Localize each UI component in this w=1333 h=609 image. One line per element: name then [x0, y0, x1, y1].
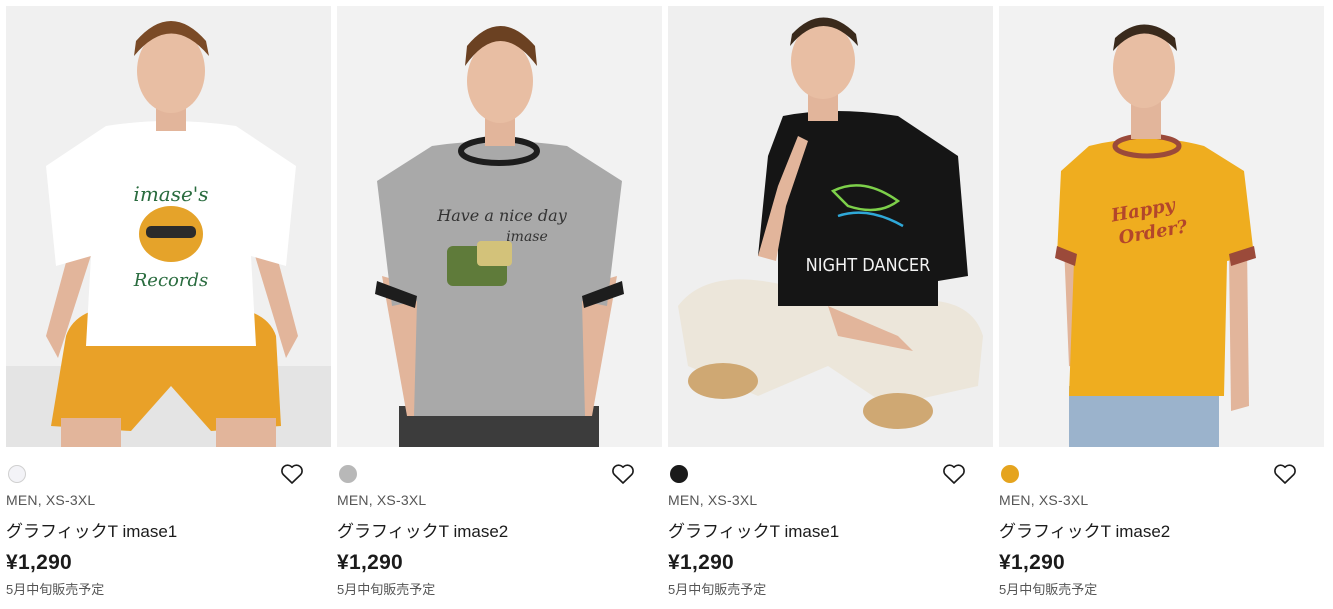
color-swatch[interactable] [670, 465, 688, 483]
product-image[interactable]: imase's Records [6, 6, 331, 447]
availability-status: 5月中旬販売予定 [6, 582, 105, 597]
product-price: ¥1,290 [337, 551, 404, 574]
product-card[interactable]: Happy Order? MEN, XS-3XL グラフィックT imase2 … [999, 6, 1324, 598]
heart-icon[interactable] [279, 461, 305, 487]
heart-icon[interactable] [610, 461, 636, 487]
heart-icon[interactable] [941, 461, 967, 487]
product-image[interactable]: Happy Order? [999, 6, 1324, 447]
color-swatch[interactable] [8, 465, 26, 483]
product-image[interactable]: NIGHT DANCER [668, 6, 993, 447]
svg-text:NIGHT DANCER: NIGHT DANCER [806, 255, 931, 276]
product-photo-standing-gray-tee: Have a nice day imase [337, 6, 662, 447]
svg-text:Have a nice day: Have a nice day [436, 206, 567, 225]
availability-status: 5月中旬販売予定 [337, 582, 436, 597]
svg-text:imase's: imase's [133, 182, 208, 206]
gender-size-label: MEN, XS-3XL [999, 492, 1089, 508]
product-photo-crosslegged-black-tee: NIGHT DANCER [668, 6, 993, 447]
product-grid: imase's Records MEN, XS-3XL グラフィックT imas… [0, 0, 1333, 598]
meta-row [337, 455, 662, 493]
product-photo-seated-white-tee: imase's Records [6, 6, 331, 447]
product-price: ¥1,290 [6, 551, 73, 574]
heart-icon[interactable] [1272, 461, 1298, 487]
gender-size-label: MEN, XS-3XL [6, 492, 96, 508]
svg-text:imase: imase [506, 229, 548, 245]
product-name[interactable]: グラフィックT imase1 [6, 517, 331, 542]
meta-row [999, 455, 1324, 493]
color-swatch[interactable] [1001, 465, 1019, 483]
meta-row [6, 455, 331, 493]
meta-row [668, 455, 993, 493]
product-price: ¥1,290 [668, 551, 735, 574]
product-card[interactable]: imase's Records MEN, XS-3XL グラフィックT imas… [6, 6, 331, 598]
product-name[interactable]: グラフィックT imase1 [668, 517, 993, 542]
availability-status: 5月中旬販売予定 [668, 582, 767, 597]
gender-size-label: MEN, XS-3XL [337, 492, 427, 508]
product-card[interactable]: Have a nice day imase MEN, XS-3XL グラフィック… [337, 6, 662, 598]
product-price: ¥1,290 [999, 551, 1066, 574]
product-photo-standing-yellow-tee: Happy Order? [999, 6, 1324, 447]
product-name[interactable]: グラフィックT imase2 [999, 517, 1324, 542]
product-card[interactable]: NIGHT DANCER MEN, XS-3XL グラフィックT imase1 … [668, 6, 993, 598]
color-swatch[interactable] [339, 465, 357, 483]
availability-status: 5月中旬販売予定 [999, 582, 1098, 597]
product-image[interactable]: Have a nice day imase [337, 6, 662, 447]
gender-size-label: MEN, XS-3XL [668, 492, 758, 508]
svg-text:Records: Records [133, 270, 209, 291]
product-name[interactable]: グラフィックT imase2 [337, 517, 662, 542]
